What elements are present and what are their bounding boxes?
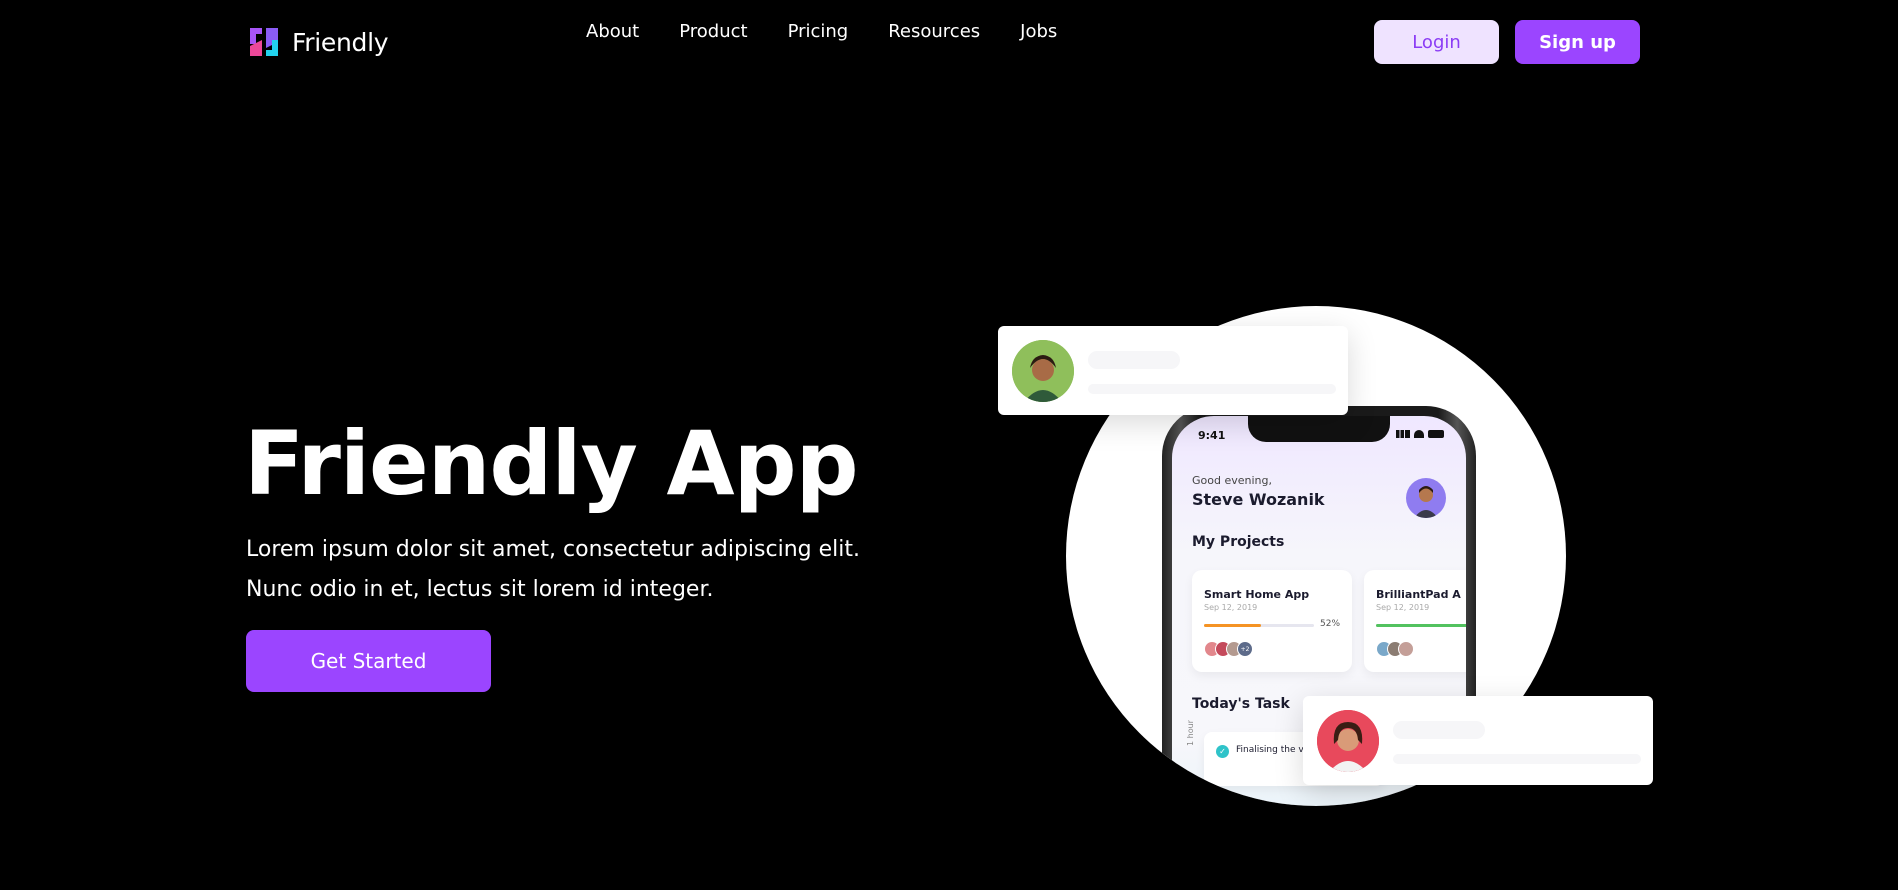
skeleton-line [1088, 351, 1180, 369]
user-name: Steve Wozanik [1192, 490, 1325, 509]
skeleton-line [1088, 384, 1336, 394]
nav-link-jobs[interactable]: Jobs [1020, 21, 1057, 42]
nav-link-resources[interactable]: Resources [888, 21, 980, 42]
get-started-button[interactable]: Get Started [246, 630, 491, 692]
nav-link-product[interactable]: Product [679, 21, 747, 42]
profile-card-bottom [1303, 696, 1653, 785]
logo-icon [246, 24, 282, 60]
user-avatar [1406, 478, 1446, 518]
avatar [1012, 340, 1074, 402]
progress-fill [1376, 624, 1466, 627]
project-title: BrilliantPad A [1376, 588, 1461, 601]
avatar [1317, 710, 1379, 772]
status-time: 9:41 [1198, 429, 1226, 442]
login-button[interactable]: Login [1374, 20, 1499, 64]
profile-card-top [998, 326, 1348, 415]
task-duration: 1 hour [1186, 720, 1195, 746]
project-card[interactable]: BrilliantPad A Sep 12, 2019 [1364, 570, 1466, 672]
avatar [1398, 641, 1414, 657]
skeleton-line [1393, 754, 1641, 764]
nav-links: About Product Pricing Resources Jobs [586, 21, 1097, 42]
member-avatars: +2 [1204, 641, 1253, 657]
project-title: Smart Home App [1204, 588, 1310, 601]
check-icon: ✓ [1216, 745, 1229, 758]
signal-icon [1396, 430, 1410, 438]
signup-button[interactable]: Sign up [1515, 20, 1640, 64]
progress-track [1204, 624, 1314, 627]
skeleton-line [1393, 721, 1485, 739]
battery-icon [1428, 430, 1444, 438]
hero-title: Friendly App [244, 412, 859, 515]
nav-link-about[interactable]: About [586, 21, 639, 42]
top-nav: Friendly About Product Pricing Resources… [0, 0, 1898, 86]
projects-heading: My Projects [1192, 534, 1285, 550]
project-card[interactable]: Smart Home App Sep 12, 2019 52% +2 [1192, 570, 1352, 672]
extra-members-badge: +2 [1237, 641, 1253, 657]
project-date: Sep 12, 2019 [1204, 603, 1258, 612]
tasks-heading: Today's Task [1192, 696, 1290, 712]
progress-track [1376, 624, 1466, 627]
hero-description: Lorem ipsum dolor sit amet, consectetur … [246, 537, 860, 602]
project-date: Sep 12, 2019 [1376, 603, 1430, 612]
member-avatars [1376, 641, 1414, 657]
status-icons [1396, 430, 1444, 438]
progress-label: 52% [1320, 619, 1341, 629]
wifi-icon [1414, 430, 1424, 438]
brand-name: Friendly [292, 27, 389, 57]
nav-link-pricing[interactable]: Pricing [788, 21, 849, 42]
greeting-text: Good evening, [1192, 474, 1272, 487]
brand-logo[interactable]: Friendly [246, 24, 389, 60]
progress-fill [1204, 624, 1262, 627]
phone-notch [1248, 416, 1390, 442]
